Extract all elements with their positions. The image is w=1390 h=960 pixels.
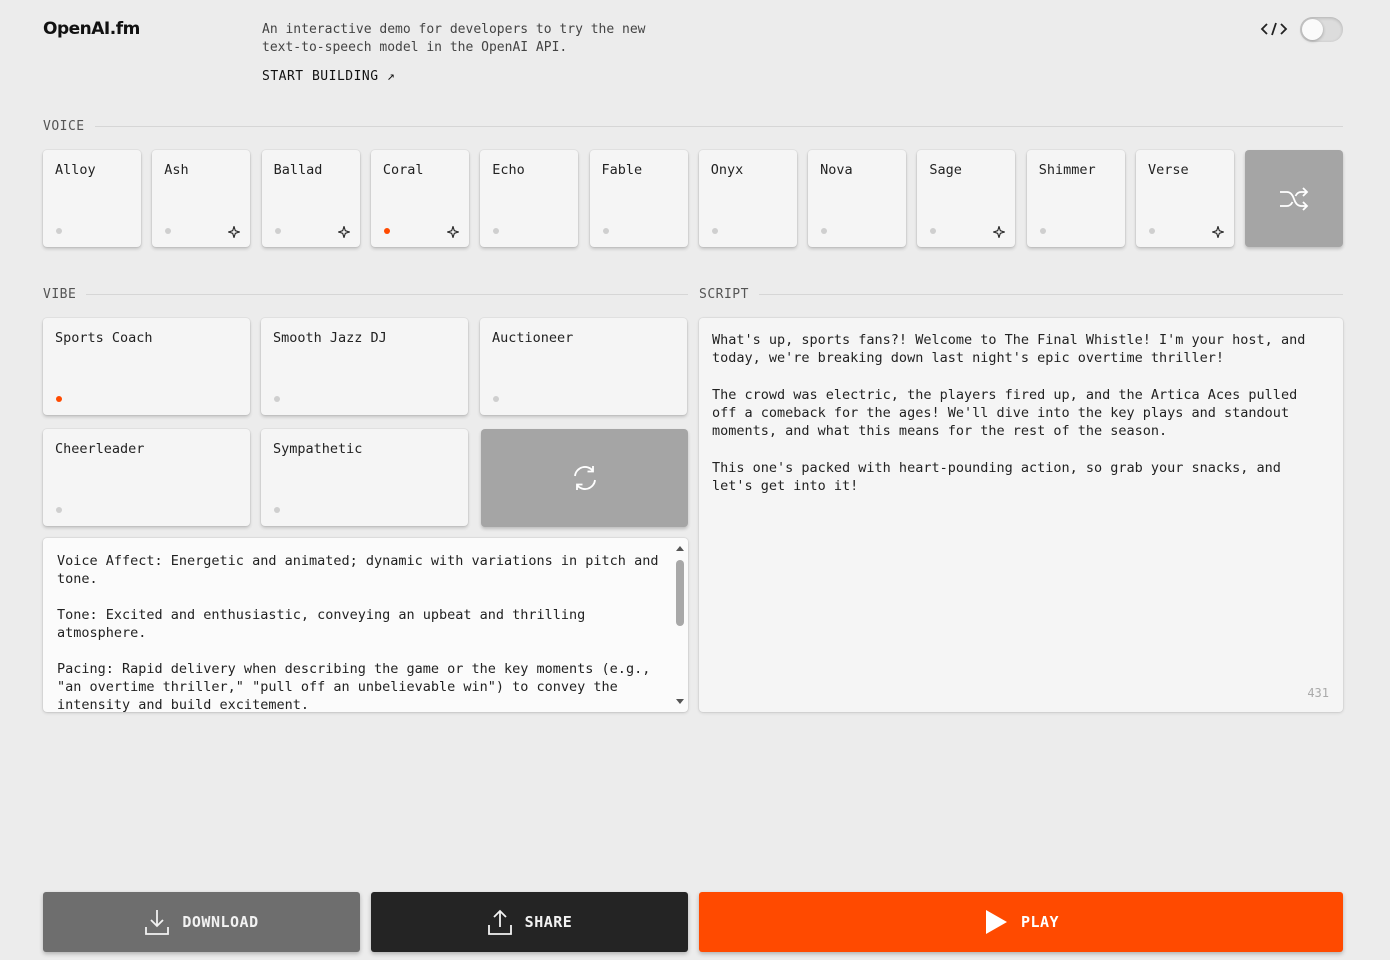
start-building-link[interactable]: START BUILDING ↗: [262, 69, 395, 84]
selection-indicator: [930, 228, 937, 234]
voice-option-label: Nova: [820, 162, 853, 178]
code-glyph: [1260, 22, 1288, 36]
download-button[interactable]: DOWNLOAD: [43, 892, 360, 952]
voice-option-label: Ballad: [273, 162, 323, 178]
instructions-scrollbar[interactable]: [672, 538, 688, 712]
voice-option-sage[interactable]: Sage: [917, 150, 1016, 247]
voice-option-fable[interactable]: Fable: [589, 150, 688, 247]
vibe-option-label: Smooth Jazz DJ: [273, 330, 387, 346]
voice-option-nova[interactable]: Nova: [808, 150, 907, 247]
vibe-option-label: Cheerleader: [55, 441, 145, 457]
vibe-option-smooth-jazz-dj[interactable]: Smooth Jazz DJ: [261, 318, 468, 415]
selection-indicator: [274, 396, 280, 402]
instructions-text: Voice Affect: Energetic and animated; dy…: [57, 553, 659, 712]
vibe-instructions-textarea[interactable]: Voice Affect: Energetic and animated; dy…: [43, 538, 688, 712]
char-count: 431: [1307, 686, 1329, 700]
share-icon: [487, 909, 512, 935]
voice-option-label: Coral: [382, 162, 424, 178]
sparkle-icon: [446, 226, 459, 238]
shuffle-icon: [1280, 186, 1309, 211]
voice-option-verse[interactable]: Verse: [1136, 150, 1234, 247]
script-section-label: SCRIPT: [699, 287, 1343, 302]
sparkle-icon: [993, 226, 1006, 238]
play-button[interactable]: PLAY: [699, 892, 1343, 952]
voice-option-label: Onyx: [710, 162, 744, 178]
share-label: SHARE: [524, 913, 573, 931]
share-button[interactable]: SHARE: [371, 892, 688, 952]
play-icon: [985, 910, 1007, 934]
selection-indicator: [383, 228, 390, 234]
divider: [758, 294, 1343, 295]
divider: [86, 294, 688, 295]
selection-indicator: [274, 507, 280, 513]
scroll-up-icon[interactable]: [676, 546, 684, 551]
toggle-knob: [1302, 19, 1323, 40]
vibe-option-sports-coach[interactable]: Sports Coach: [43, 318, 250, 415]
voice-option-label: Alloy: [55, 162, 96, 178]
voice-option-shimmer[interactable]: Shimmer: [1026, 150, 1125, 247]
selection-indicator: [274, 228, 281, 234]
dev-mode-toggle[interactable]: [1300, 17, 1343, 42]
vibe-option-cheerleader[interactable]: Cheerleader: [43, 429, 250, 526]
script-text: What's up, sports fans?! Welcome to The …: [712, 332, 1306, 495]
voice-option-ballad[interactable]: Ballad: [261, 150, 360, 247]
vibe-option-label: Sports Coach: [55, 330, 153, 346]
voice-option-echo[interactable]: Echo: [480, 150, 579, 247]
selection-indicator: [165, 228, 172, 234]
voice-section-label: VOICE: [43, 119, 1343, 134]
script-textarea[interactable]: What's up, sports fans?! Welcome to The …: [699, 318, 1343, 712]
divider: [94, 126, 1343, 127]
scroll-down-icon[interactable]: [676, 699, 684, 704]
voice-option-label: Fable: [601, 162, 643, 178]
vibe-option-label: Sympathetic: [273, 441, 363, 457]
voice-option-onyx[interactable]: Onyx: [698, 150, 797, 247]
download-label: DOWNLOAD: [182, 913, 259, 931]
selection-indicator: [493, 228, 500, 234]
vibe-section-label: VIBE: [43, 287, 688, 302]
voice-option-alloy[interactable]: Alloy: [43, 150, 141, 247]
shuffle-voice-button[interactable]: [1245, 150, 1343, 247]
selection-indicator: [602, 228, 609, 234]
scroll-thumb[interactable]: [676, 560, 684, 626]
voice-option-label: Ash: [164, 162, 189, 178]
voice-option-label: Echo: [492, 162, 525, 178]
vibe-option-auctioneer[interactable]: Auctioneer: [480, 318, 687, 415]
voice-option-label: Shimmer: [1038, 162, 1096, 178]
download-icon: [145, 910, 170, 935]
selection-indicator: [1039, 228, 1046, 234]
voice-option-label: Sage: [929, 162, 962, 178]
vibe-option-sympathetic[interactable]: Sympathetic: [261, 429, 468, 526]
selection-indicator: [56, 228, 62, 234]
vibe-option-label: Auctioneer: [492, 330, 574, 346]
selection-indicator: [711, 228, 718, 234]
selection-indicator: [821, 228, 828, 234]
script-label-text: SCRIPT: [699, 287, 749, 302]
selection-indicator: [56, 507, 62, 513]
sparkle-icon: [1212, 226, 1224, 238]
refresh-icon: [573, 466, 596, 490]
tagline: An interactive demo for developers to tr…: [262, 22, 646, 55]
play-label: PLAY: [1020, 913, 1060, 931]
code-icon[interactable]: [1258, 18, 1290, 40]
vibe-label-text: VIBE: [43, 287, 77, 302]
selection-indicator: [56, 396, 62, 402]
sparkle-icon: [228, 226, 241, 238]
refresh-vibes-button[interactable]: [481, 429, 688, 527]
selection-indicator: [1149, 228, 1155, 234]
voice-option-coral[interactable]: Coral: [370, 150, 469, 247]
voice-option-ash[interactable]: Ash: [152, 150, 251, 247]
voice-option-label: Verse: [1148, 162, 1189, 178]
selection-indicator: [493, 396, 499, 402]
sparkle-icon: [337, 226, 350, 238]
app-logo: OpenAI.fm: [43, 19, 140, 39]
voice-label-text: VOICE: [43, 119, 85, 134]
